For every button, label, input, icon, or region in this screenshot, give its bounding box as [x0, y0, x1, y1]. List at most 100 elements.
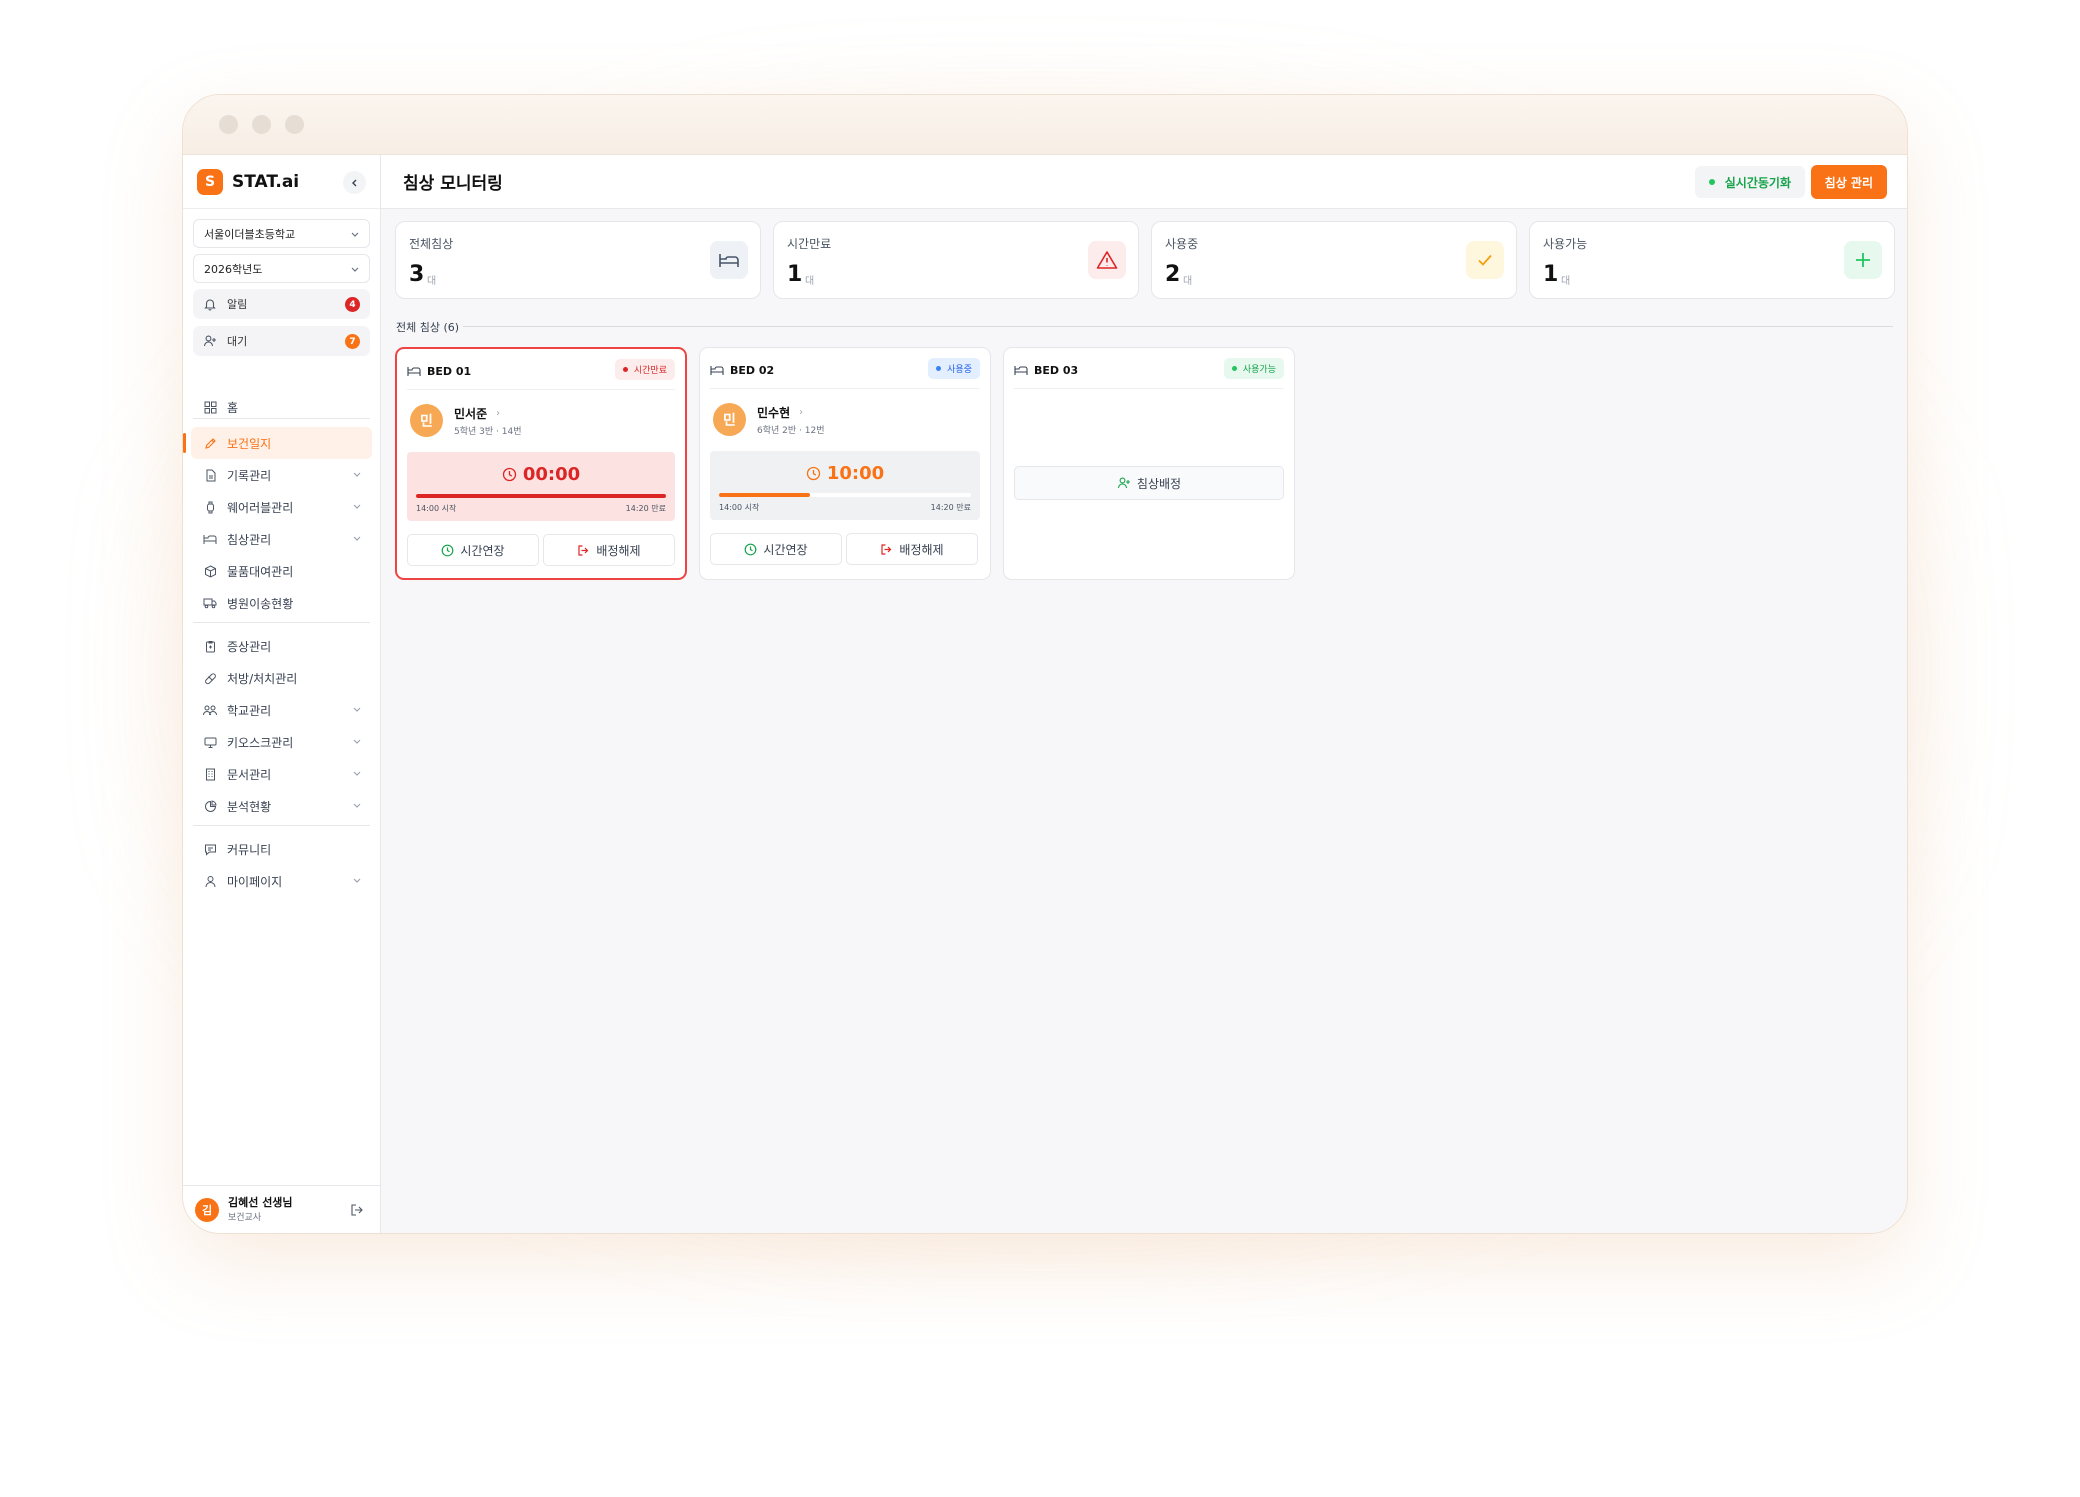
sidebar-item-rentals[interactable]: 물품대여관리 [183, 555, 380, 587]
sidebar-item-label: 커뮤니티 [227, 842, 272, 857]
status-label: 사용가능 [1242, 365, 1276, 375]
extend-time-button[interactable]: 시간연장 [407, 534, 539, 566]
sidebar-item-mypage[interactable]: 마이페이지 [183, 865, 380, 897]
sidebar-item-kiosk[interactable]: 키오스크관리 [183, 726, 380, 758]
collapse-sidebar-button[interactable] [343, 171, 366, 194]
user-profile[interactable]: 김 김혜선 선생님 보건교사 [183, 1185, 380, 1233]
sidebar-item-label: 기록관리 [227, 468, 272, 483]
sidebar-item-documents[interactable]: 문서관리 [183, 758, 380, 790]
progress-fill [719, 493, 810, 497]
sidebar-item-label: 물품대여관리 [227, 564, 294, 579]
live-sync-button[interactable]: 실시간동기화 [1694, 166, 1805, 198]
bed-card-01[interactable]: BED 01 시간만료 민 민서준 › 5학년 3반 · 14번 00:00 14… [395, 347, 687, 580]
bed-name: BED 03 [1034, 363, 1079, 377]
extend-time-button[interactable]: 시간연장 [710, 533, 842, 565]
stat-value: 3 [409, 262, 425, 287]
window-minimize-dot[interactable] [252, 115, 271, 134]
truck-icon [202, 595, 218, 611]
bed-manage-button[interactable]: 침상 관리 [1810, 165, 1887, 199]
sidebar-item-label: 분석현황 [227, 799, 272, 814]
clock-icon [502, 467, 516, 482]
waiting-button[interactable]: 대기 7 [193, 326, 370, 356]
chevron-down-icon [351, 232, 359, 237]
patient-name-link[interactable]: 민서준 › [454, 405, 500, 422]
file-icon [202, 467, 218, 483]
sidebar-item-label: 침상관리 [227, 532, 272, 547]
box-icon [202, 563, 218, 579]
chevron-down-icon [353, 771, 361, 776]
window-close-dot[interactable] [219, 115, 238, 134]
chevron-right-icon: › [799, 407, 804, 418]
live-status-dot [1708, 179, 1715, 185]
release-bed-button[interactable]: 배정해제 [543, 534, 675, 566]
user-plus-icon [1117, 477, 1130, 489]
chevron-down-icon [353, 472, 361, 477]
message-icon [202, 841, 218, 857]
bed-icon [710, 241, 748, 279]
bed-card-03[interactable]: BED 03 사용가능 침상배정 [1003, 347, 1295, 580]
stat-unit: 대 [805, 276, 815, 287]
brand[interactable]: S STAT.ai [183, 155, 380, 209]
user-name: 김혜선 선생님 [228, 1196, 293, 1209]
window-maximize-dot[interactable] [285, 115, 304, 134]
year-select[interactable]: 2026학년도 [193, 254, 370, 283]
section-divider [463, 326, 1893, 327]
release-bed-label: 배정해제 [899, 542, 944, 557]
sidebar-item-label: 증상관리 [227, 639, 272, 654]
sidebar-item-symptoms[interactable]: 증상관리 [183, 630, 380, 662]
logout-icon[interactable] [350, 1202, 364, 1221]
user-plus-icon [203, 334, 219, 348]
status-badge: 사용중 [928, 358, 980, 379]
patient-info: 5학년 3반 · 14번 [454, 427, 522, 437]
chevron-left-icon [351, 179, 356, 186]
bed-card-02[interactable]: BED 02 사용중 민 민수현 › 6학년 2반 · 12번 10:00 14:… [699, 347, 991, 580]
release-bed-button[interactable]: 배정해제 [846, 533, 978, 565]
clock-plus-icon [745, 543, 757, 555]
user-icon [202, 873, 218, 889]
stat-value: 1 [787, 262, 803, 287]
clock-plus-icon [442, 544, 454, 556]
building-icon [202, 766, 218, 782]
bell-icon [203, 297, 219, 311]
sidebar-item-beds[interactable]: 침상관리 [183, 523, 380, 555]
patient-info: 6학년 2반 · 12번 [757, 426, 825, 436]
stat-label: 사용가능 [1543, 237, 1588, 251]
status-label: 사용중 [947, 365, 972, 375]
sidebar-item-prescriptions[interactable]: 처방/처치관리 [183, 662, 380, 694]
sidebar-item-school[interactable]: 학교관리 [183, 694, 380, 726]
stat-unit: 대 [1183, 276, 1193, 287]
bed-divider [1014, 388, 1284, 389]
sidebar-item-health-log[interactable]: 보건일지 [191, 427, 372, 459]
user-role: 보건교사 [228, 1213, 262, 1223]
patient-name-link[interactable]: 민수현 › [757, 404, 803, 421]
extend-time-label: 시간연장 [460, 543, 505, 558]
sidebar-item-label: 마이페이지 [227, 874, 283, 889]
alerts-button[interactable]: 알림 4 [193, 289, 370, 319]
school-select[interactable]: 서울이더블초등학교 [193, 219, 370, 248]
bed-manage-label: 침상 관리 [1824, 175, 1873, 190]
status-label: 시간만료 [633, 366, 667, 376]
alerts-label: 알림 [227, 298, 248, 311]
sidebar-divider [193, 825, 370, 826]
sidebar-item-label: 홈 [227, 400, 239, 415]
sidebar-divider [193, 418, 370, 419]
timer-display: 10:00 [710, 463, 980, 484]
bed-header: BED 02 사용중 [710, 358, 980, 382]
sidebar-item-wearables[interactable]: 웨어러블관리 [183, 491, 380, 523]
sidebar-item-analytics[interactable]: 분석현황 [183, 790, 380, 822]
avatar: 김 [195, 1197, 219, 1222]
bed-name: BED 02 [730, 363, 775, 377]
stat-value: 1 [1543, 262, 1559, 287]
pie-chart-icon [202, 798, 218, 814]
timer-panel: 10:00 14:00 시작 14:20 만료 [710, 451, 980, 520]
sidebar-item-records[interactable]: 기록관리 [183, 459, 380, 491]
waiting-count-badge: 7 [345, 334, 360, 349]
bed-header: BED 01 시간만료 [407, 359, 675, 383]
assign-bed-button[interactable]: 침상배정 [1014, 466, 1284, 500]
sidebar-item-label: 키오스크관리 [227, 735, 294, 750]
sidebar-item-hospital[interactable]: 병원이송현황 [183, 587, 380, 619]
end-time: 14:20 만료 [930, 503, 971, 512]
sidebar-item-community[interactable]: 커뮤니티 [183, 833, 380, 865]
sidebar: S STAT.ai 서울이더블초등학교 2026학년도 알림 4 대기 7 홈 … [183, 155, 381, 1233]
timer-panel: 00:00 14:00 시작 14:20 만료 [407, 452, 675, 521]
